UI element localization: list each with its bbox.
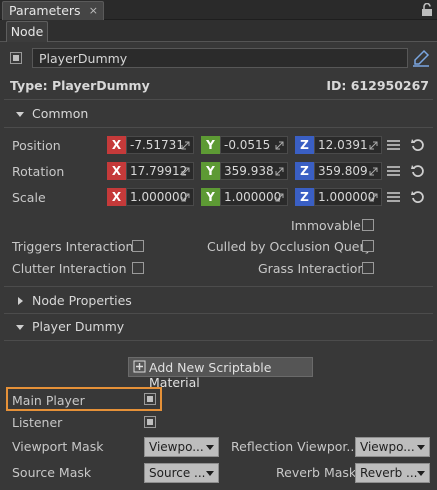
divider: [4, 286, 433, 287]
rotation-y-axis: Y: [201, 162, 220, 180]
source-mask-dropdown[interactable]: Source ...: [144, 463, 219, 483]
reset-icon[interactable]: [411, 164, 425, 178]
immovable-label: Immovable: [291, 218, 361, 233]
clutter-interaction-checkbox[interactable]: [132, 262, 144, 274]
drag-arrows-icon[interactable]: [181, 141, 190, 150]
close-icon[interactable]: ×: [89, 4, 98, 17]
drag-arrows-icon[interactable]: [181, 193, 190, 202]
position-x-field[interactable]: -7.51731: [126, 136, 194, 154]
scale-y-field[interactable]: 1.000000: [220, 188, 288, 206]
main-player-label: Main Player: [12, 393, 85, 408]
divider: [4, 127, 433, 128]
drag-arrows-icon[interactable]: [275, 167, 284, 176]
reverb-mask-dropdown[interactable]: Reverb ...: [355, 463, 430, 483]
player-dummy-section-header[interactable]: Player Dummy: [10, 319, 150, 335]
drag-arrows-icon[interactable]: [181, 167, 190, 176]
node-enabled-checkbox[interactable]: [10, 52, 22, 64]
rotation-x-field[interactable]: 17.79912: [126, 162, 194, 180]
reflection-viewport-mask-label: Reflection Viewpor...: [231, 439, 359, 454]
edit-icon[interactable]: [411, 48, 431, 68]
drag-arrows-icon[interactable]: [275, 141, 284, 150]
node-name-field[interactable]: PlayerDummy: [32, 48, 408, 68]
rotation-label: Rotation: [12, 164, 65, 179]
list-menu-icon[interactable]: [387, 165, 400, 177]
source-mask-label: Source Mask: [12, 465, 92, 480]
position-z-axis: Z: [295, 136, 314, 154]
position-y-field[interactable]: -0.0515: [220, 136, 288, 154]
drag-arrows-icon[interactable]: [369, 167, 378, 176]
tab-node-label: Node: [10, 24, 44, 39]
node-id-label: ID: 612950267: [326, 78, 429, 93]
chevron-down-icon: [417, 471, 425, 476]
chevron-down-icon: [16, 112, 24, 117]
list-menu-icon[interactable]: [387, 139, 400, 151]
listener-label: Listener: [12, 415, 63, 430]
culled-by-occlusion-label: Culled by Occlusion Query: [207, 239, 372, 254]
chevron-down-icon: [417, 445, 425, 450]
node-properties-section-header[interactable]: Node Properties: [10, 293, 150, 309]
chevron-down-icon: [16, 325, 24, 330]
divider: [4, 99, 433, 100]
position-y-axis: Y: [201, 136, 220, 154]
reverb-mask-label: Reverb Mask: [276, 465, 357, 480]
rotation-y-field[interactable]: 359.938: [220, 162, 288, 180]
lock-icon[interactable]: [421, 3, 433, 16]
rotation-z-axis: Z: [295, 162, 314, 180]
tab-parameters[interactable]: Parameters ×: [2, 1, 104, 20]
chevron-right-icon: [18, 297, 23, 305]
tab-parameters-label: Parameters: [9, 3, 81, 18]
reflection-viewport-mask-dropdown[interactable]: Viewpo...: [355, 437, 430, 457]
main-player-checkbox[interactable]: [144, 393, 156, 405]
grass-interaction-label: Grass Interaction: [258, 261, 366, 276]
reset-icon[interactable]: [411, 138, 425, 152]
viewport-mask-dropdown[interactable]: Viewpo...: [144, 437, 219, 457]
drag-arrows-icon[interactable]: [275, 193, 284, 202]
scale-y-axis: Y: [201, 188, 220, 206]
divider: [4, 340, 433, 341]
reset-icon[interactable]: [411, 190, 425, 204]
scale-x-axis: X: [107, 188, 126, 206]
grass-interaction-checkbox[interactable]: [362, 262, 374, 274]
list-menu-icon[interactable]: [387, 191, 400, 203]
node-type-label: Type: PlayerDummy: [10, 78, 150, 93]
position-z-field[interactable]: 12.0391: [314, 136, 382, 154]
common-section-header[interactable]: Common: [10, 106, 130, 122]
common-section-title: Common: [32, 106, 89, 121]
scale-z-field[interactable]: 1.000000: [314, 188, 382, 206]
scale-label: Scale: [12, 190, 46, 205]
plus-icon: [133, 360, 146, 373]
position-x-axis: X: [107, 136, 126, 154]
culled-by-occlusion-checkbox[interactable]: [362, 240, 374, 252]
subtab-bar: [0, 20, 437, 42]
drag-arrows-icon[interactable]: [369, 193, 378, 202]
listener-checkbox[interactable]: [144, 416, 156, 428]
position-label: Position: [12, 138, 61, 153]
drag-arrows-icon[interactable]: [369, 141, 378, 150]
divider: [4, 313, 433, 314]
player-dummy-title: Player Dummy: [32, 319, 125, 334]
scale-z-axis: Z: [295, 188, 314, 206]
scale-x-field[interactable]: 1.000000: [126, 188, 194, 206]
chevron-down-icon: [206, 445, 214, 450]
add-scriptable-material-button[interactable]: Add New Scriptable Material: [128, 357, 313, 390]
rotation-x-axis: X: [107, 162, 126, 180]
rotation-z-field[interactable]: 359.809: [314, 162, 382, 180]
clutter-interaction-label: Clutter Interaction: [12, 261, 127, 276]
tab-node[interactable]: Node: [6, 21, 48, 42]
triggers-interaction-checkbox[interactable]: [132, 240, 144, 252]
node-properties-title: Node Properties: [32, 293, 132, 308]
chevron-down-icon: [206, 471, 214, 476]
immovable-checkbox[interactable]: [362, 219, 374, 231]
triggers-interaction-label: Triggers Interaction: [12, 239, 134, 254]
add-scriptable-material-label: Add New Scriptable Material: [149, 360, 272, 390]
viewport-mask-label: Viewport Mask: [12, 439, 104, 454]
